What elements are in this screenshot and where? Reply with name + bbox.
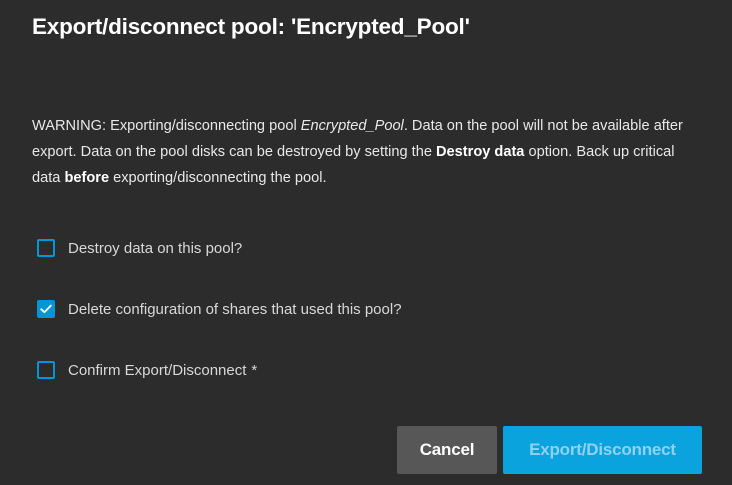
warning-destroy-data-emphasis: Destroy data bbox=[436, 144, 525, 160]
export-disconnect-button[interactable]: Export/Disconnect bbox=[503, 426, 702, 474]
delete-share-config-option[interactable]: Delete configuration of shares that used… bbox=[37, 298, 402, 320]
cancel-button[interactable]: Cancel bbox=[397, 426, 497, 474]
warning-text-1: WARNING: Exporting/disconnecting pool bbox=[32, 118, 301, 134]
destroy-data-option[interactable]: Destroy data on this pool? bbox=[37, 237, 242, 259]
warning-message: WARNING: Exporting/disconnecting pool En… bbox=[32, 113, 704, 191]
warning-pool-name: Encrypted_Pool bbox=[300, 118, 404, 134]
export-disconnect-dialog: Export/disconnect pool: 'Encrypted_Pool'… bbox=[0, 0, 732, 485]
dialog-title: Export/disconnect pool: 'Encrypted_Pool' bbox=[32, 14, 470, 39]
warning-text-4: exporting/disconnecting the pool. bbox=[109, 170, 327, 186]
delete-share-config-checkbox[interactable] bbox=[37, 300, 55, 318]
warning-before-emphasis: before bbox=[64, 170, 110, 186]
checkmark-icon bbox=[40, 304, 52, 314]
destroy-data-label: Destroy data on this pool? bbox=[68, 239, 243, 257]
delete-share-config-label: Delete configuration of shares that used… bbox=[68, 300, 402, 318]
confirm-export-checkbox[interactable] bbox=[37, 361, 55, 379]
confirm-export-option[interactable]: Confirm Export/Disconnect * bbox=[37, 359, 257, 381]
required-marker: * bbox=[251, 361, 258, 379]
destroy-data-checkbox[interactable] bbox=[37, 239, 55, 257]
confirm-export-label: Confirm Export/Disconnect bbox=[68, 361, 247, 379]
